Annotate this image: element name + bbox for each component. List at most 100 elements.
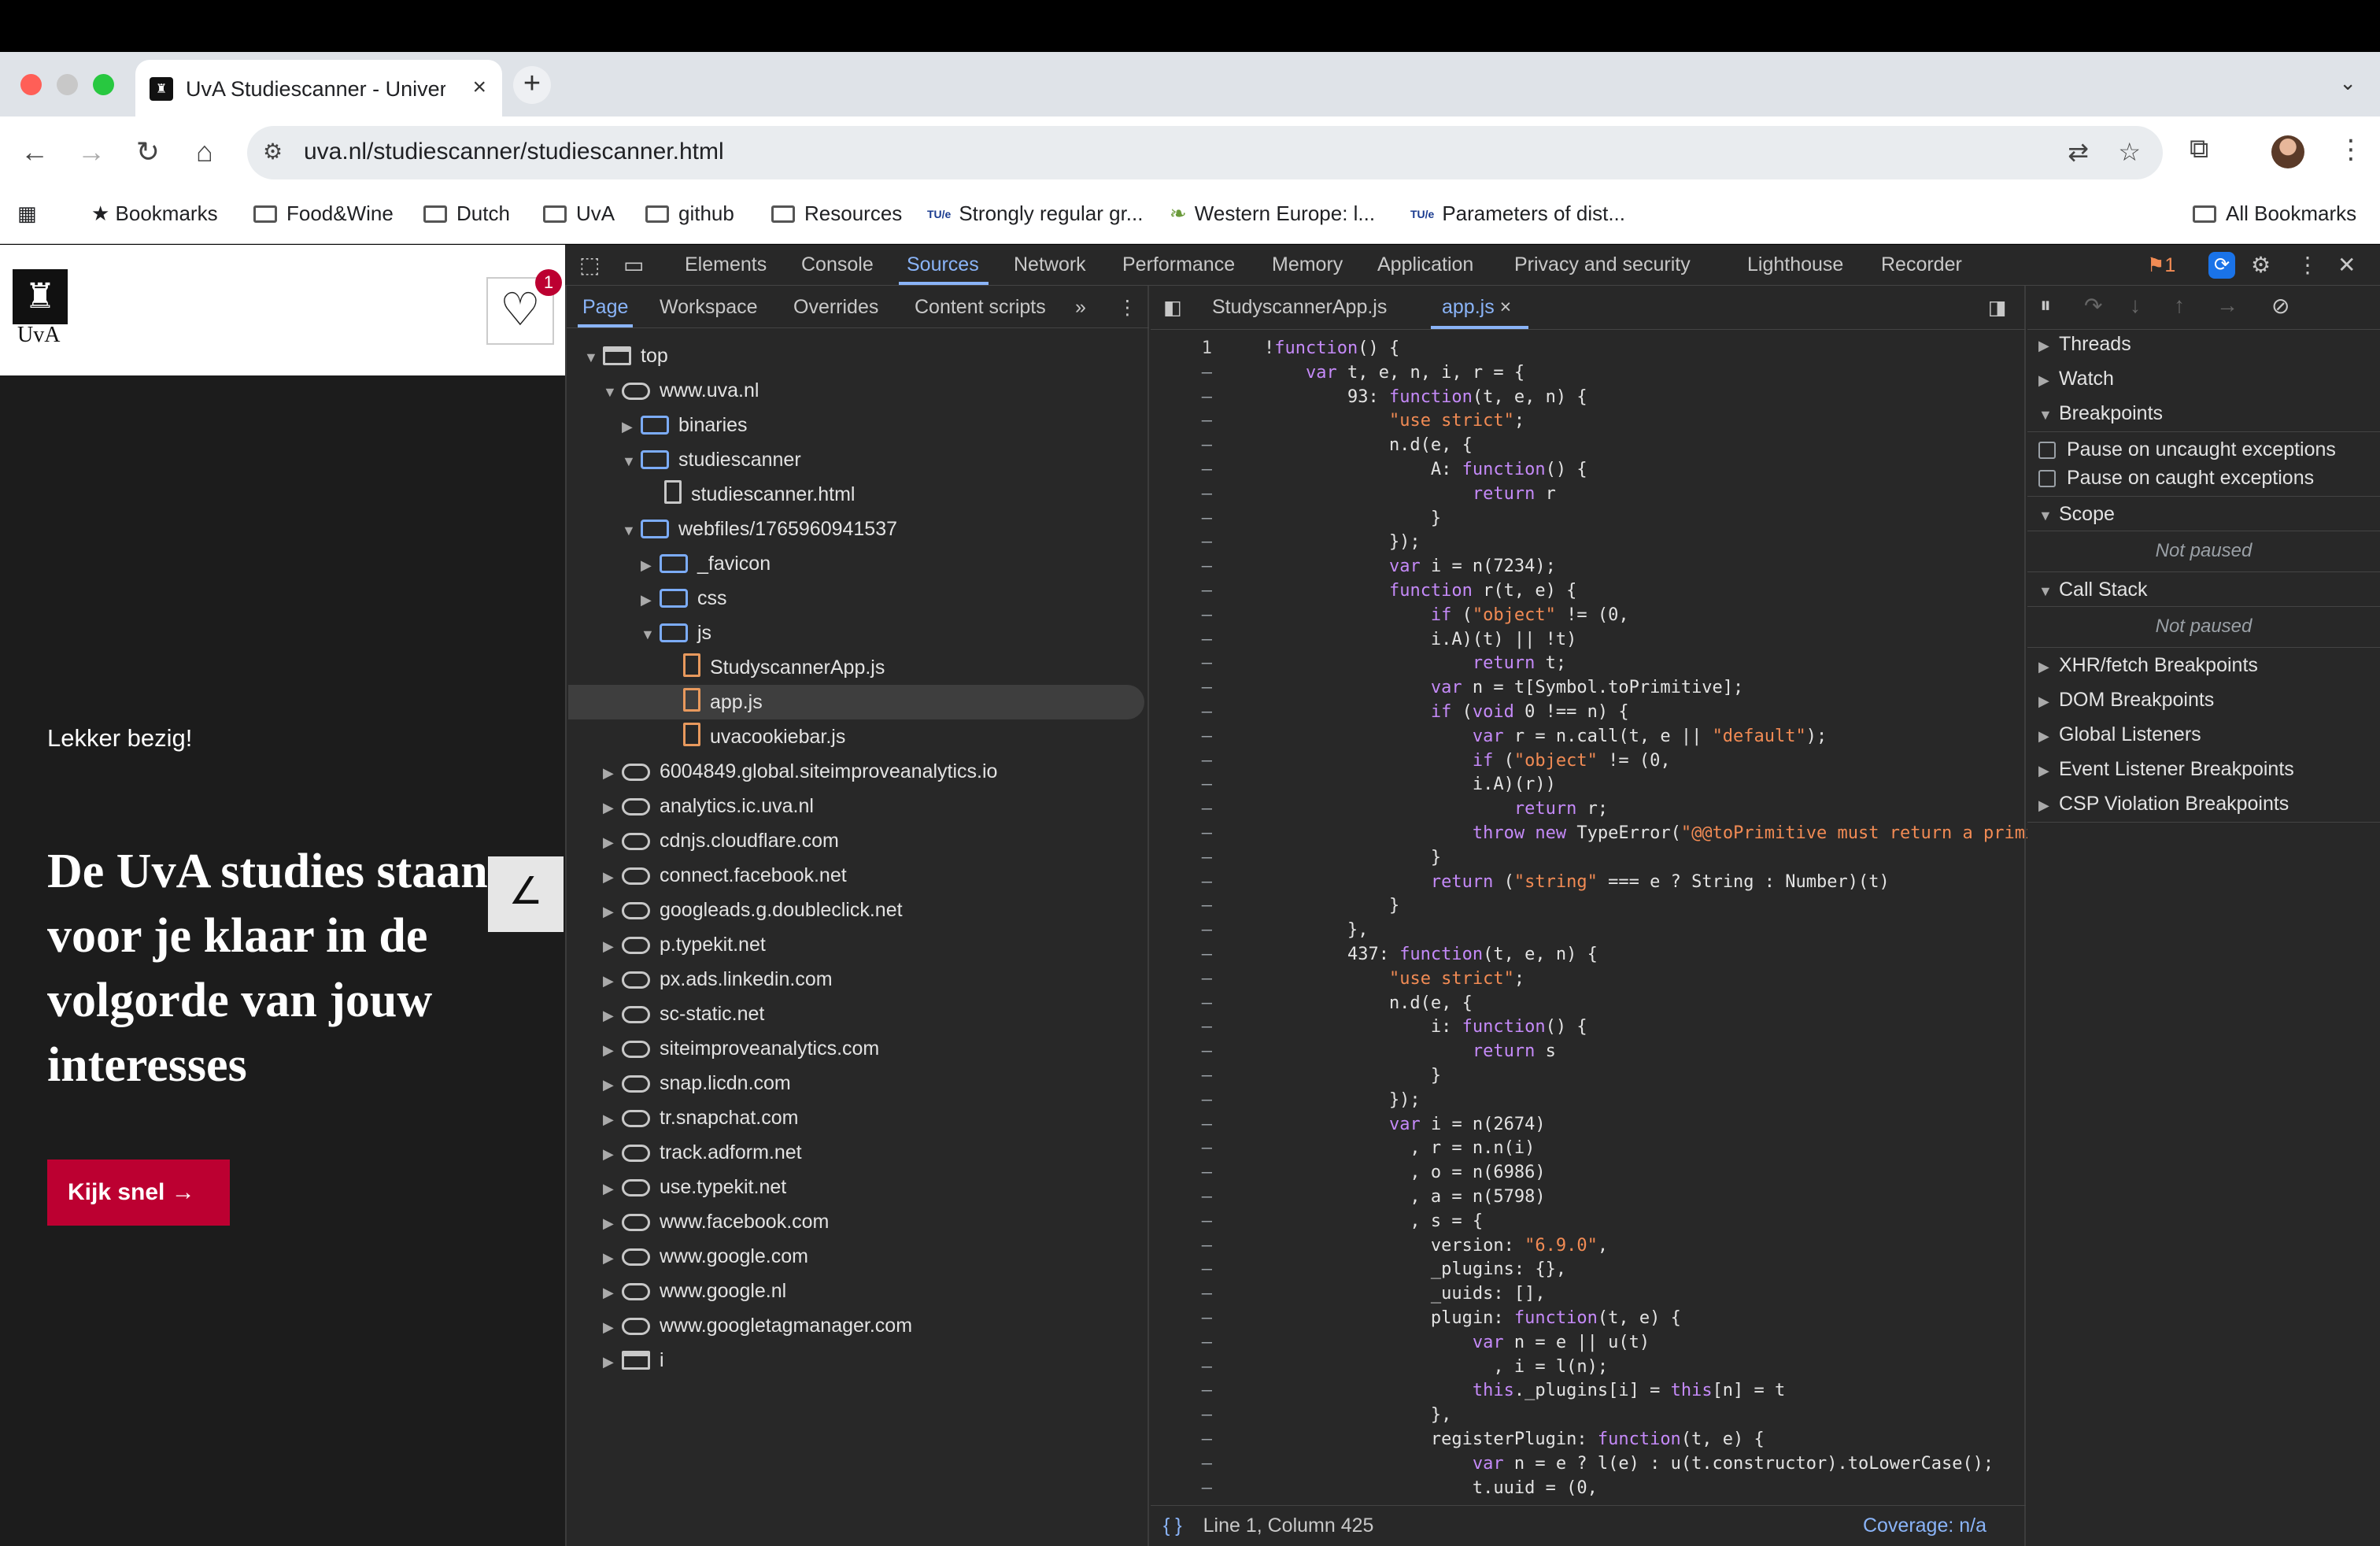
tree-item[interactable]: ▶ use.typekit.net bbox=[603, 1170, 786, 1204]
device-toolbar-icon[interactable]: ▭ bbox=[623, 252, 644, 278]
code-line[interactable]: – , r = n.n(i) bbox=[1151, 1137, 1536, 1161]
code-line[interactable]: – } bbox=[1151, 507, 1441, 531]
line-number[interactable]: – bbox=[1151, 749, 1220, 774]
collapse-arrow-icon[interactable]: ▼ bbox=[622, 444, 641, 479]
code-line[interactable]: – return t; bbox=[1151, 652, 1566, 676]
code-line[interactable]: – }); bbox=[1151, 531, 1421, 555]
tab-search-chevron-icon[interactable]: ⌄ bbox=[2339, 71, 2356, 95]
code-line[interactable]: – }); bbox=[1151, 1089, 1421, 1113]
step-into-icon[interactable]: ↓ bbox=[2130, 293, 2141, 318]
tree-item[interactable]: ▼ top bbox=[584, 338, 668, 373]
browser-tab-active[interactable]: ♜ UvA Studiescanner - Universi × bbox=[135, 60, 502, 117]
code-line[interactable]: – i.A)(r)) bbox=[1151, 773, 1556, 797]
line-number[interactable]: – bbox=[1151, 628, 1220, 653]
code-line[interactable]: – var i = n(2674) bbox=[1151, 1113, 1546, 1137]
line-number[interactable]: – bbox=[1151, 1404, 1220, 1428]
scope-section[interactable]: ▼ Scope bbox=[2038, 497, 2115, 531]
sync-icon[interactable]: ⟳ bbox=[2208, 252, 2235, 279]
line-number[interactable]: – bbox=[1151, 458, 1220, 483]
forward-arrow-icon[interactable]: → bbox=[74, 135, 109, 168]
line-number[interactable]: – bbox=[1151, 1307, 1220, 1331]
expand-arrow-icon[interactable]: ▶ bbox=[603, 1033, 622, 1067]
step-icon[interactable]: → bbox=[2216, 293, 2238, 318]
tree-item[interactable]: ▶ track.adform.net bbox=[603, 1135, 802, 1170]
deactivate-breakpoints-icon[interactable]: ⊘ bbox=[2271, 293, 2289, 319]
tree-item[interactable]: ▶ snap.licdn.com bbox=[603, 1066, 791, 1100]
line-number[interactable]: – bbox=[1151, 1258, 1220, 1282]
line-number[interactable]: – bbox=[1151, 992, 1220, 1016]
expand-arrow-icon[interactable]: ▶ bbox=[603, 756, 622, 790]
devtools-tab-lighthouse[interactable]: Lighthouse bbox=[1747, 253, 1843, 276]
extensions-puzzle-icon[interactable]: ⧉ bbox=[2190, 134, 2208, 165]
step-over-icon[interactable]: ↷ bbox=[2084, 293, 2102, 319]
expand-arrow-icon[interactable]: ▶ bbox=[603, 963, 622, 998]
tree-item[interactable]: app.js bbox=[660, 685, 763, 719]
navigator-tab-content-scripts[interactable]: Content scripts bbox=[915, 296, 1046, 319]
line-number[interactable]: – bbox=[1151, 1015, 1220, 1040]
line-number[interactable]: – bbox=[1151, 409, 1220, 434]
code-line[interactable]: – }, bbox=[1151, 919, 1369, 943]
tree-item[interactable]: uvacookiebar.js bbox=[660, 719, 845, 754]
line-number[interactable]: – bbox=[1151, 773, 1220, 797]
devtools-tab-memory[interactable]: Memory bbox=[1272, 253, 1343, 276]
code-line[interactable]: – var n = e || u(t) bbox=[1151, 1331, 1650, 1356]
collapse-arrow-icon[interactable]: ▼ bbox=[622, 513, 641, 548]
code-line[interactable]: – plugin: function(t, e) { bbox=[1151, 1307, 1681, 1331]
line-number[interactable]: – bbox=[1151, 1137, 1220, 1161]
line-number[interactable]: 1 bbox=[1151, 337, 1220, 361]
line-number[interactable]: – bbox=[1151, 1089, 1220, 1113]
code-line[interactable]: – "use strict"; bbox=[1151, 409, 1524, 434]
line-number[interactable]: – bbox=[1151, 894, 1220, 919]
line-number[interactable]: – bbox=[1151, 1477, 1220, 1501]
breakpoints-section[interactable]: ▼ Breakpoints bbox=[2038, 397, 2163, 430]
expand-arrow-icon[interactable]: ▶ bbox=[603, 1275, 622, 1310]
code-line[interactable]: – var t, e, n, i, r = { bbox=[1151, 361, 1524, 386]
editor-tab-studyscannerapp[interactable]: StudyscannerApp.js bbox=[1212, 296, 1387, 319]
line-number[interactable]: – bbox=[1151, 531, 1220, 555]
line-number[interactable]: – bbox=[1151, 676, 1220, 701]
code-line[interactable]: – var n = t[Symbol.toPrimitive]; bbox=[1151, 676, 1744, 701]
code-line[interactable]: – n.d(e, { bbox=[1151, 434, 1473, 458]
code-line[interactable]: – }, bbox=[1151, 1404, 1452, 1428]
code-line[interactable]: – if ("object" != (0, bbox=[1151, 604, 1629, 628]
devtools-tab-recorder[interactable]: Recorder bbox=[1881, 253, 1962, 276]
code-line[interactable]: – i.A)(t) || !t) bbox=[1151, 628, 1577, 653]
expand-arrow-icon[interactable]: ▶ bbox=[603, 1206, 622, 1241]
tree-item[interactable]: ▶ i bbox=[603, 1343, 664, 1378]
inspect-element-icon[interactable]: ⬚ bbox=[579, 252, 600, 278]
code-line[interactable]: – _plugins: {}, bbox=[1151, 1258, 1566, 1282]
code-line[interactable]: – 93: function(t, e, n) { bbox=[1151, 386, 1587, 410]
bookmark-folder-github[interactable]: github bbox=[645, 202, 734, 226]
line-number[interactable]: – bbox=[1151, 386, 1220, 410]
expand-arrow-icon[interactable]: ▶ bbox=[603, 1137, 622, 1171]
collapse-arrow-icon[interactable]: ▼ bbox=[584, 340, 603, 375]
code-line[interactable]: – return s bbox=[1151, 1040, 1556, 1064]
xhr-breakpoints-section[interactable]: ▶ XHR/fetch Breakpoints bbox=[2038, 649, 2258, 682]
site-settings-icon[interactable]: ⚙ bbox=[263, 139, 291, 167]
code-line[interactable]: – var r = n.call(t, e || "default"); bbox=[1151, 725, 1828, 749]
expand-arrow-icon[interactable]: ▶ bbox=[603, 860, 622, 894]
line-number[interactable]: – bbox=[1151, 555, 1220, 579]
tree-item[interactable]: ▶ _favicon bbox=[641, 546, 771, 581]
tree-item[interactable]: ▶ p.typekit.net bbox=[603, 927, 766, 962]
expand-arrow-icon[interactable]: ▶ bbox=[603, 1171, 622, 1206]
tree-item[interactable]: ▶ googleads.g.doubleclick.net bbox=[603, 893, 903, 927]
expand-arrow-icon[interactable]: ▶ bbox=[603, 790, 622, 825]
collapse-arrow-icon[interactable]: ▼ bbox=[603, 375, 622, 409]
tree-item[interactable]: ▶ binaries bbox=[622, 408, 748, 442]
code-line[interactable]: 1 !function() { bbox=[1151, 337, 1399, 361]
address-bar[interactable]: ⚙ uva.nl/studiescanner/studiescanner.htm… bbox=[247, 126, 2163, 179]
zoom-window-button[interactable] bbox=[93, 74, 114, 95]
close-devtools-icon[interactable]: ✕ bbox=[2338, 252, 2356, 278]
close-tab-icon[interactable]: × bbox=[1500, 296, 1512, 318]
tree-item[interactable]: ▶ cdnjs.cloudflare.com bbox=[603, 823, 839, 858]
expand-arrow-icon[interactable]: ▶ bbox=[603, 1102, 622, 1137]
line-number[interactable]: – bbox=[1151, 1428, 1220, 1452]
code-line[interactable]: – A: function() { bbox=[1151, 458, 1587, 483]
tree-item[interactable]: StudyscannerApp.js bbox=[660, 650, 885, 685]
home-icon[interactable]: ⌂ bbox=[187, 135, 222, 168]
translate-icon[interactable]: ⇄ bbox=[2068, 137, 2089, 167]
all-bookmarks-folder[interactable]: All Bookmarks bbox=[2193, 202, 2356, 226]
tree-item[interactable]: ▶ css bbox=[641, 581, 727, 616]
edit-pen-icon[interactable]: ∠ bbox=[488, 856, 564, 932]
